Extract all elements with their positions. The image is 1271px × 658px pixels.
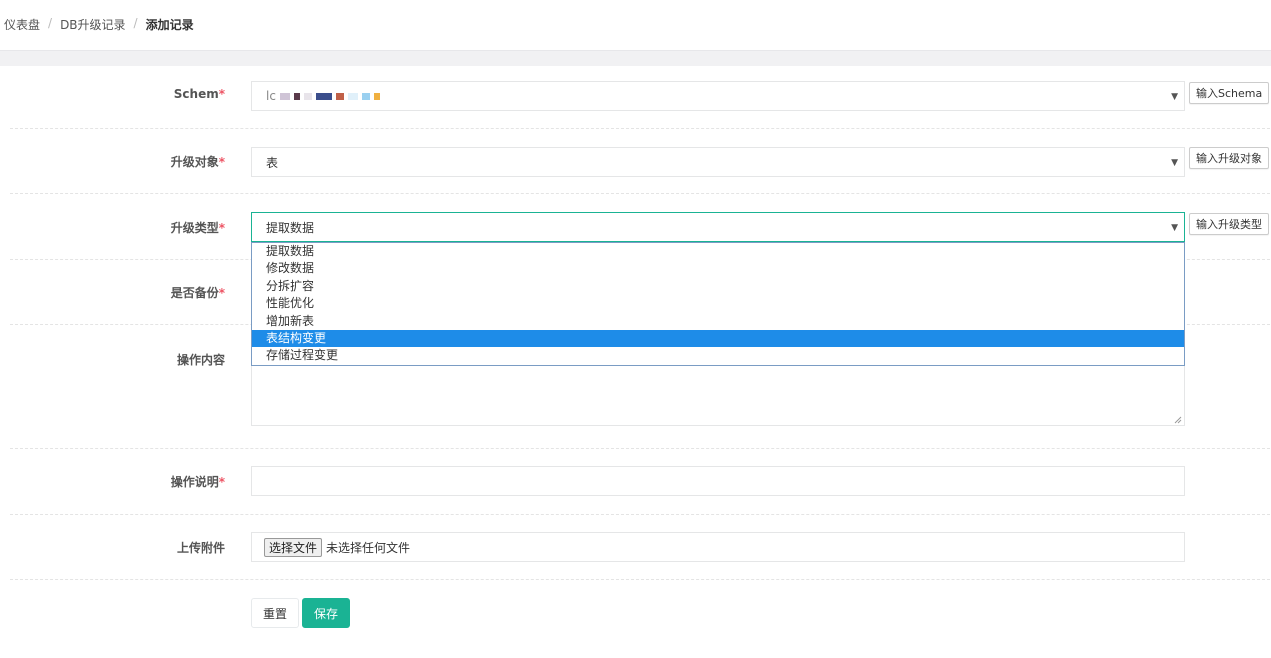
input-upgrade-type-button[interactable]: 输入升级类型 (1189, 213, 1269, 235)
input-schema-button[interactable]: 输入Schema (1189, 82, 1270, 104)
choose-file-button[interactable]: 选择文件 (264, 537, 323, 557)
dropdown-option[interactable]: 存储过程变更 (252, 347, 1184, 364)
chevron-down-icon: ▼ (1171, 223, 1178, 233)
content-label: 操作内容 (176, 353, 225, 367)
upgrade-type-select[interactable]: 提取数据 ▼ (251, 212, 1185, 242)
divider (10, 128, 1270, 129)
divider (10, 514, 1270, 515)
attachment-label: 上传附件 (176, 541, 225, 555)
divider (10, 579, 1270, 580)
input-target-button[interactable]: 输入升级对象 (1189, 147, 1269, 169)
schema-select[interactable]: lc ▼ (251, 81, 1185, 111)
dropdown-option[interactable]: 增加新表 (252, 313, 1184, 330)
breadcrumb-current: 添加记录 (145, 18, 194, 32)
upgrade-type-dropdown: 提取数据 修改数据 分拆扩容 性能优化 增加新表 表结构变更 存储过程变更 (251, 242, 1185, 366)
breadcrumb: 仪表盘 / DB升级记录 / 添加记录 (4, 16, 194, 33)
target-label: 升级对象* (170, 155, 225, 169)
chevron-down-icon: ▼ (1171, 158, 1178, 168)
dropdown-option-highlighted[interactable]: 表结构变更 (252, 329, 1184, 348)
save-button[interactable]: 保存 (302, 598, 350, 628)
upgrade-type-label: 升级类型* (170, 221, 225, 235)
reset-button[interactable]: 重置 (251, 598, 299, 628)
header-band (0, 50, 1271, 66)
divider (10, 448, 1270, 449)
target-select[interactable]: 表 ▼ (251, 147, 1185, 177)
dropdown-option[interactable]: 分拆扩容 (252, 278, 1184, 295)
description-label: 操作说明* (170, 475, 225, 489)
chevron-down-icon: ▼ (1171, 92, 1178, 102)
attachment-field: 选择文件 未选择任何文件 (251, 532, 1185, 562)
breadcrumb-db-upgrade[interactable]: DB升级记录 (60, 16, 125, 33)
upgrade-type-value: 提取数据 (266, 220, 315, 235)
breadcrumb-separator: / (133, 16, 138, 30)
backup-label: 是否备份* (170, 286, 225, 300)
schema-label: Schem* (173, 87, 225, 101)
description-input[interactable] (251, 466, 1185, 496)
schema-value: lc (266, 89, 380, 103)
file-status: 未选择任何文件 (326, 540, 411, 555)
dropdown-option[interactable]: 提取数据 (252, 243, 1184, 260)
breadcrumb-separator: / (48, 16, 53, 30)
dropdown-option[interactable]: 修改数据 (252, 260, 1184, 277)
divider (10, 193, 1270, 194)
target-value: 表 (266, 155, 279, 170)
breadcrumb-dashboard[interactable]: 仪表盘 (4, 16, 40, 33)
resize-grip-icon[interactable] (1174, 416, 1182, 424)
dropdown-option[interactable]: 性能优化 (252, 295, 1184, 312)
